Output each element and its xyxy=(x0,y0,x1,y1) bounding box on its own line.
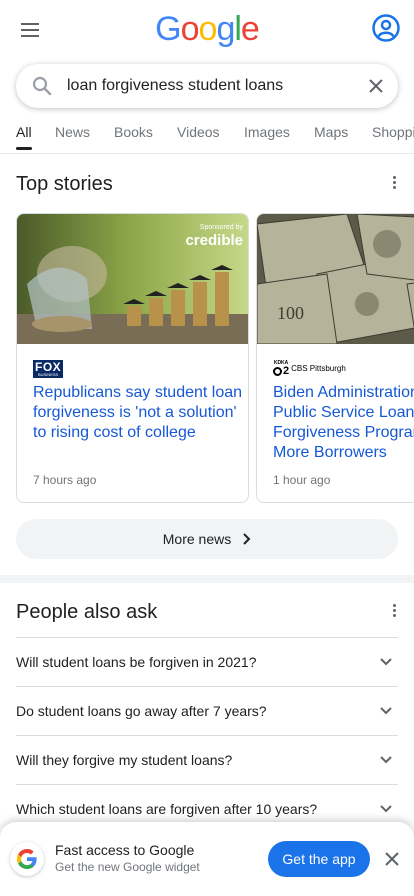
question-text: Will they forgive my student loans? xyxy=(16,752,233,768)
tab-shopping[interactable]: Shopping xyxy=(372,124,414,140)
logo-letter: g xyxy=(216,10,235,48)
question-text: Which student loans are forgiven after 1… xyxy=(16,801,318,817)
sponsor-label: Sponsored by xyxy=(200,224,244,231)
section-divider xyxy=(0,575,414,583)
question-item[interactable]: Do student loans go away after 7 years? xyxy=(16,686,398,735)
svg-text:100: 100 xyxy=(277,303,304,323)
news-image: 100 100 xyxy=(257,214,414,344)
question-item[interactable]: Will student loans be forgiven in 2021? xyxy=(16,637,398,686)
clear-icon[interactable] xyxy=(354,78,398,94)
news-image: Sponsored by credible xyxy=(17,214,248,344)
header: Google xyxy=(0,0,414,60)
news-time: 1 hour ago xyxy=(273,473,331,487)
more-options-icon[interactable] xyxy=(392,604,396,617)
banner-subtitle: Get the new Google widget xyxy=(55,860,200,874)
google-g-icon xyxy=(10,842,44,876)
tab-images[interactable]: Images xyxy=(244,124,290,140)
source-logo-sub: BUSINESS xyxy=(37,372,59,377)
cbs-pittsburgh-logo: KDKA 2 CBS Pittsburgh xyxy=(273,360,346,378)
account-circle-icon[interactable] xyxy=(372,14,400,42)
news-headline[interactable]: Republicans say student loan forgiveness… xyxy=(33,383,248,443)
news-card[interactable]: Sponsored by credible FOX BUSINESS Repub… xyxy=(16,213,249,503)
source-logo-num: 2 xyxy=(283,365,290,377)
banner-title: Fast access to Google xyxy=(55,842,195,858)
search-icon[interactable] xyxy=(16,76,64,96)
tab-news[interactable]: News xyxy=(55,124,90,140)
sponsor-brand: credible xyxy=(185,232,243,249)
cbs-eye-icon xyxy=(273,367,282,376)
people-also-ask-list: Will student loans be forgiven in 2021? … xyxy=(16,637,398,833)
tab-all[interactable]: All xyxy=(16,124,32,150)
news-card[interactable]: 100 100 KDKA 2 CBS Pittsburgh Biden Admi… xyxy=(256,213,414,503)
search-tabs: All News Books Videos Images Maps Shoppi… xyxy=(0,118,414,154)
search-box[interactable]: loan forgiveness student loans xyxy=(16,64,398,108)
tab-maps[interactable]: Maps xyxy=(314,124,348,140)
logo-letter: e xyxy=(240,10,260,48)
close-icon[interactable] xyxy=(380,847,404,871)
logo-letter: G xyxy=(155,10,181,48)
search-input[interactable]: loan forgiveness student loans xyxy=(64,77,354,95)
chevron-down-icon xyxy=(374,650,398,674)
source-logo-name: CBS Pittsburgh xyxy=(291,364,346,373)
top-stories-title: Top stories xyxy=(16,173,113,195)
question-item[interactable]: Will they forgive my student loans? xyxy=(16,735,398,784)
news-time: 7 hours ago xyxy=(33,473,97,487)
more-options-icon[interactable] xyxy=(392,176,396,189)
chevron-down-icon xyxy=(374,797,398,821)
news-headline[interactable]: Biden Administration Expands Public Serv… xyxy=(273,383,414,463)
chevron-down-icon xyxy=(374,699,398,723)
fox-business-logo: FOX BUSINESS xyxy=(33,360,64,378)
logo-letter: o xyxy=(198,10,218,48)
chevron-right-icon xyxy=(243,533,251,545)
more-news-label: More news xyxy=(162,531,232,547)
question-text: Will student loans be forgiven in 2021? xyxy=(16,654,257,670)
tab-books[interactable]: Books xyxy=(114,124,153,140)
question-text: Do student loans go away after 7 years? xyxy=(16,703,267,719)
top-stories-carousel[interactable]: Sponsored by credible FOX BUSINESS Repub… xyxy=(16,213,414,503)
get-app-button[interactable]: Get the app xyxy=(268,841,370,877)
tab-videos[interactable]: Videos xyxy=(177,124,220,140)
people-also-ask-title: People also ask xyxy=(16,601,158,623)
app-promo-banner: Fast access to Google Get the new Google… xyxy=(0,822,414,896)
more-news-button[interactable]: More news xyxy=(16,519,398,559)
logo-letter: o xyxy=(180,10,200,48)
google-logo[interactable]: Google xyxy=(0,10,414,49)
chevron-down-icon xyxy=(374,748,398,772)
